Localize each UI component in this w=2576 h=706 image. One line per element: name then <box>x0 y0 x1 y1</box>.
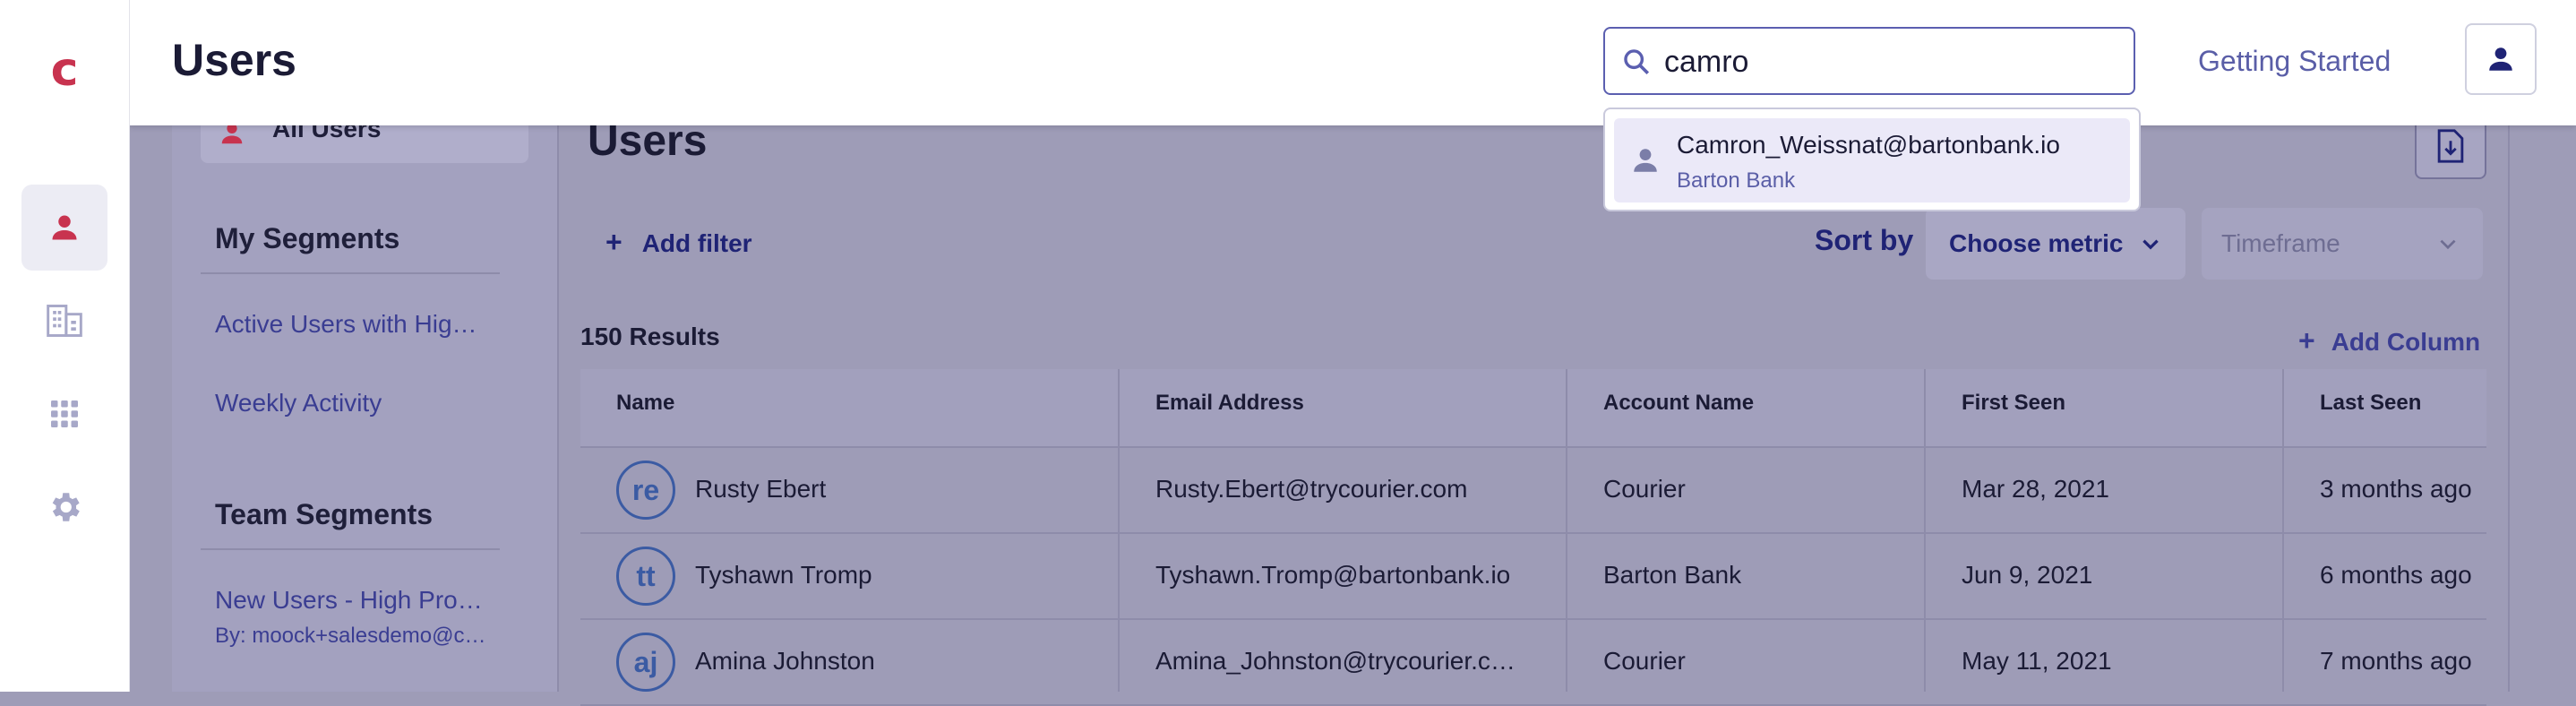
search-result-email: Camron_Weissnat@bartonbank.io <box>1677 131 2060 159</box>
building-icon <box>47 305 82 337</box>
add-column-label: Add Column <box>2331 328 2481 356</box>
avatar: tt <box>616 547 675 606</box>
segment-link[interactable]: Weekly Activity <box>215 389 382 418</box>
getting-started-link[interactable]: Getting Started <box>2198 45 2391 78</box>
timeframe-label: Timeframe <box>2221 229 2340 257</box>
timeframe-select[interactable]: Timeframe <box>2202 208 2483 280</box>
cell-first-seen: Mar 28, 2021 <box>1962 475 2109 503</box>
top-header: Users Getting Started <box>129 0 2576 125</box>
cell-first-seen: May 11, 2021 <box>1962 647 2112 675</box>
cell-last-seen: 6 months ago <box>2320 561 2472 589</box>
search-box[interactable] <box>1603 27 2135 95</box>
results-count: 150 Results <box>580 323 720 350</box>
chevron-down-icon <box>2440 239 2456 250</box>
cell-email: Rusty.Ebert@trycourier.com <box>1155 475 1468 503</box>
divider <box>201 272 500 274</box>
gear-icon <box>52 493 80 521</box>
choose-metric-label: Choose metric <box>1949 229 2124 257</box>
column-header-email[interactable]: Email Address <box>1155 391 1304 416</box>
cell-account: Courier <box>1603 475 1686 503</box>
my-segments-heading: My Segments <box>215 222 400 254</box>
person-icon <box>52 215 77 240</box>
avatar: aj <box>616 633 675 692</box>
apps-grid-icon <box>51 400 78 427</box>
search-result-item[interactable]: Camron_Weissnat@bartonbank.io Barton Ban… <box>1614 118 2130 202</box>
cell-account: Courier <box>1603 647 1686 675</box>
cell-name: Tyshawn Tromp <box>695 561 872 589</box>
team-segments-heading: Team Segments <box>215 498 434 530</box>
divider <box>201 548 500 550</box>
person-icon <box>2489 47 2512 71</box>
search-result-account: Barton Bank <box>1677 168 1796 193</box>
column-divider <box>2282 369 2284 692</box>
users-table: Name Email Address Account Name First Se… <box>580 369 2486 706</box>
cell-name: Amina Johnston <box>695 647 875 675</box>
app-logo[interactable]: c <box>43 43 86 97</box>
chevron-down-icon <box>2142 239 2159 250</box>
cell-last-seen: 3 months ago <box>2320 475 2472 503</box>
column-divider <box>1118 369 1120 692</box>
table-row[interactable]: re Rusty Ebert Rusty.Ebert@trycourier.co… <box>580 448 2486 534</box>
column-divider <box>1566 369 1567 692</box>
column-header-name[interactable]: Name <box>616 391 674 416</box>
table-header: Name Email Address Account Name First Se… <box>580 369 2486 448</box>
add-filter-label: Add filter <box>641 229 752 257</box>
profile-button[interactable] <box>2465 23 2537 95</box>
plus-icon: + <box>2298 324 2315 357</box>
plus-icon: + <box>605 226 623 258</box>
rail-item-settings[interactable] <box>21 464 107 550</box>
cell-name: Rusty Ebert <box>695 475 827 503</box>
cell-email: Amina_Johnston@trycourier.c… <box>1155 647 1516 675</box>
person-icon <box>1630 145 1661 180</box>
cell-last-seen: 7 months ago <box>2320 647 2472 675</box>
cell-email: Tyshawn.Tromp@bartonbank.io <box>1155 561 1511 589</box>
segment-link[interactable]: Active Users with Hig… <box>215 310 477 339</box>
search-icon <box>1621 47 1652 82</box>
rail-item-users[interactable] <box>21 185 107 271</box>
add-filter-button[interactable]: + Add filter <box>605 226 752 259</box>
column-header-account[interactable]: Account Name <box>1603 391 1754 416</box>
column-header-last-seen[interactable]: Last Seen <box>2320 391 2421 416</box>
left-rail: c <box>0 0 130 692</box>
column-header-first-seen[interactable]: First Seen <box>1962 391 2065 416</box>
segment-owner: By: moock+salesdemo@c… <box>215 624 486 648</box>
add-column-button[interactable]: + Add Column <box>2298 324 2480 357</box>
rail-item-accounts[interactable] <box>21 278 107 364</box>
cell-first-seen: Jun 9, 2021 <box>1962 561 2093 589</box>
file-download-icon <box>2437 129 2464 163</box>
avatar: re <box>616 461 675 520</box>
search-input[interactable] <box>1662 39 2114 84</box>
table-row[interactable]: aj Amina Johnston Amina_Johnston@trycour… <box>580 620 2486 706</box>
column-divider <box>1924 369 1926 692</box>
choose-metric-select[interactable]: Choose metric <box>1926 208 2185 280</box>
page-title: Users <box>172 35 296 85</box>
cell-account: Barton Bank <box>1603 561 1742 589</box>
segment-link[interactable]: New Users - High Pro… <box>215 586 483 615</box>
search-results-dropdown: Camron_Weissnat@bartonbank.io Barton Ban… <box>1603 108 2141 211</box>
table-row[interactable]: tt Tyshawn Tromp Tyshawn.Tromp@bartonban… <box>580 534 2486 620</box>
sort-by-label: Sort by <box>1815 224 1914 256</box>
rail-item-apps[interactable] <box>21 371 107 457</box>
